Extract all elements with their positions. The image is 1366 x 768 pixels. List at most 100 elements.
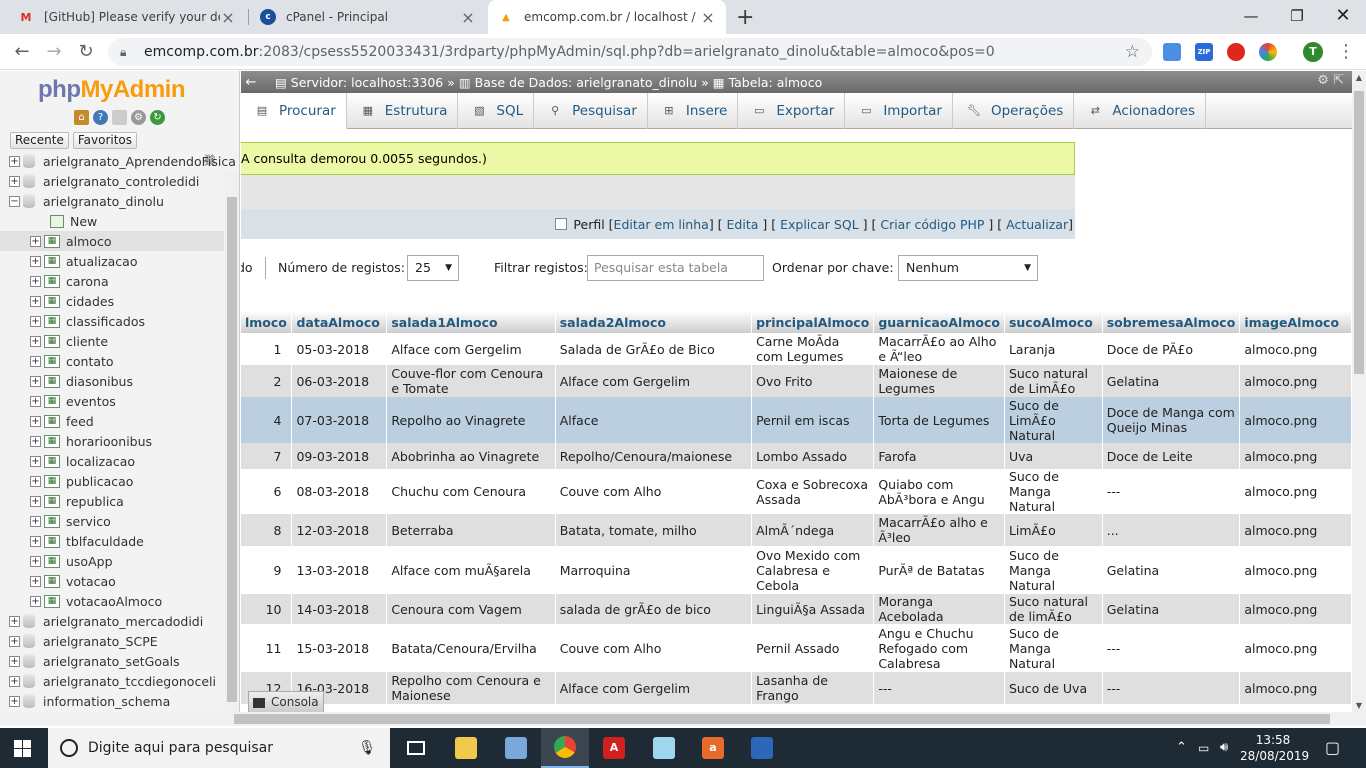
cell-dataAlmoco[interactable]: 15-03-2018 <box>291 624 388 672</box>
cell-dataAlmoco[interactable]: 08-03-2018 <box>291 469 388 514</box>
cell-sucoAlmoco[interactable]: Uva <box>1004 443 1103 469</box>
hscroll-thumb[interactable] <box>234 714 1330 724</box>
close-tab-icon[interactable]: × <box>460 8 476 27</box>
reload-nav-icon[interactable]: ↻ <box>150 110 165 125</box>
cell-principalAlmoco[interactable]: Coxa e Sobrecoxa Assada <box>751 469 875 514</box>
expand-icon[interactable]: + <box>9 695 20 707</box>
zip-extension-icon[interactable]: ZIP <box>1195 43 1213 61</box>
cell-imageAlmoco[interactable]: almoco.png <box>1239 546 1352 594</box>
tab-procurar[interactable]: ▤ Procurar <box>241 93 347 129</box>
expand-icon[interactable]: + <box>30 455 41 467</box>
cell-principalAlmoco[interactable]: Ovo Cozido com <box>751 704 875 712</box>
cell-sobremesaAlmoco[interactable]: ... <box>1102 514 1241 546</box>
cell-lmoco[interactable]: 1 <box>241 333 293 365</box>
db-node[interactable]: + arielgranato_tccdiegonoceli <box>0 671 224 691</box>
db-node-current[interactable]: − arielgranato_dinolu <box>0 191 224 211</box>
db-node[interactable]: + arielgranato_setGoals <box>0 651 224 671</box>
column-header-sobremesaAlmoco[interactable]: sobremesaAlmoco <box>1102 311 1241 333</box>
volume-icon[interactable]: 🔊︎ <box>1220 728 1228 768</box>
collapse-icon[interactable]: − <box>9 195 20 207</box>
expand-icon[interactable]: + <box>30 355 41 367</box>
cell-imageAlmoco[interactable]: almoco.png <box>1239 624 1352 672</box>
expand-icon[interactable]: + <box>30 575 41 587</box>
column-header-lmoco[interactable]: lmoco <box>241 311 293 333</box>
network-icon[interactable]: ▭ <box>1198 728 1209 768</box>
cell-principalAlmoco[interactable]: Ovo Frito <box>751 365 875 397</box>
taskbar-search[interactable]: Digite aqui para pesquisar 🎙︎ <box>48 728 390 768</box>
cell-guarnicaoAlmoco[interactable]: --- <box>873 672 1005 704</box>
cell-guarnicaoAlmoco[interactable]: MacarrÃ£o alho e Ã³leo <box>873 514 1005 546</box>
cell-guarnicaoAlmoco[interactable]: Farofa <box>873 443 1005 469</box>
docs-icon[interactable] <box>112 110 127 125</box>
expand-icon[interactable]: + <box>30 395 41 407</box>
table-row[interactable]: 7 09-03-2018 Abobrinha ao Vinagrete Repolho… <box>241 443 1352 469</box>
cell-principalAlmoco[interactable]: Pernil em iscas <box>751 397 875 443</box>
cell-imageAlmoco[interactable]: almoco.png <box>1239 672 1352 704</box>
table-row[interactable]: 10 14-03-2018 Cenoura com Vagem salada de g… <box>241 594 1352 624</box>
cell-sobremesaAlmoco[interactable]: Doce de Manga com Queijo Minas <box>1102 397 1241 443</box>
table-node-usoApp[interactable]: + ▦ usoApp <box>0 551 224 571</box>
cell-sobremesaAlmoco[interactable]: Gelatina <box>1102 546 1241 594</box>
table-row[interactable]: 1 05-03-2018 Alface com Gergelim Salada de … <box>241 333 1352 365</box>
table-node-feed[interactable]: + ▦ feed <box>0 411 224 431</box>
address-bar[interactable]: 🔒︎ emcomp.com.br:2083/cpsess5520033431/3… <box>108 38 1152 66</box>
tab-estrutura[interactable]: ▦ Estrutura <box>347 93 459 129</box>
expand-icon[interactable]: + <box>30 335 41 347</box>
cell-sobremesaAlmoco[interactable]: Doce de PÃ£o <box>1102 333 1241 365</box>
cell-sobremesaAlmoco[interactable]: Doce de Leite <box>1102 443 1241 469</box>
cell-dataAlmoco[interactable]: 09-03-2018 <box>291 443 388 469</box>
cell-sobremesaAlmoco[interactable]: --- <box>1102 672 1241 704</box>
cell-sucoAlmoco[interactable]: Suco de LimÃ£o Natural <box>1004 397 1103 443</box>
menu-icon[interactable]: ⋮ <box>1334 40 1358 64</box>
expand-icon[interactable]: + <box>30 475 41 487</box>
refresh-link[interactable]: Actualizar <box>1006 217 1068 232</box>
cell-imageAlmoco[interactable]: almoco.png <box>1239 514 1352 546</box>
expand-icon[interactable]: + <box>30 555 41 567</box>
rows-count-select[interactable]: 25 ▼ <box>407 255 459 281</box>
table-node-votacaoAlmoco[interactable]: + ▦ votacaoAlmoco <box>0 591 224 611</box>
recent-tab[interactable]: Recente <box>10 132 69 149</box>
expand-icon[interactable]: + <box>30 255 41 267</box>
cell-salada1Almoco[interactable]: Abobrinha ao Vinagrete <box>386 443 556 469</box>
tab-importar[interactable]: ▭ Importar <box>845 93 953 129</box>
table-node-diasonibus[interactable]: + ▦ diasonibus <box>0 371 224 391</box>
acrobat-icon[interactable]: A <box>590 728 638 768</box>
adblock-extension-icon[interactable] <box>1227 43 1245 61</box>
close-window-icon[interactable]: ✕ <box>1320 0 1366 32</box>
column-header-imageAlmoco[interactable]: imageAlmoco <box>1239 311 1352 333</box>
cell-salada2Almoco[interactable]: Alface com Gergelim <box>555 672 753 704</box>
table-node-classificados[interactable]: + ▦ classificados <box>0 311 224 331</box>
cell-dataAlmoco[interactable]: 14-03-2018 <box>291 594 388 624</box>
tab-pesquisar[interactable]: ⚲ Pesquisar <box>534 93 648 129</box>
bookmark-star-icon[interactable]: ☆ <box>1125 42 1140 62</box>
table-row[interactable]: 1319-03-2018Alface com MuÃ§arelaTabuleOv… <box>241 704 1352 712</box>
table-node-republica[interactable]: + ▦ republica <box>0 491 224 511</box>
console-toggle[interactable]: Consola <box>248 691 324 712</box>
cell-salada1Almoco[interactable]: Repolho ao Vinagrete <box>386 397 556 443</box>
phpmyadmin-logo[interactable]: phpMyAdmin <box>38 76 185 104</box>
table-node-carona[interactable]: + ▦ carona <box>0 271 224 291</box>
close-tab-icon[interactable]: × <box>700 8 716 27</box>
browser-tab-github[interactable]: M [GitHub] Please verify your device × <box>8 0 246 34</box>
table-node-almoco[interactable]: + ▦ almoco <box>0 231 224 251</box>
task-view-icon[interactable] <box>392 728 440 768</box>
cell-salada2Almoco[interactable]: Tabule <box>555 704 753 712</box>
expand-icon[interactable]: + <box>9 615 20 627</box>
cell-principalAlmoco[interactable]: AlmÃ´ndega <box>751 514 875 546</box>
db-node[interactable]: + arielgranato_mercadodidi <box>0 611 224 631</box>
cell-lmoco[interactable]: 8 <box>241 514 293 546</box>
cell-dataAlmoco[interactable]: 05-03-2018 <box>291 333 388 365</box>
cell-salada2Almoco[interactable]: Couve com Alho <box>555 624 753 672</box>
settings-gear-icon[interactable]: ⚙ <box>131 110 146 125</box>
table-row[interactable]: 8 12-03-2018 Beterraba Batata, tomate, milh… <box>241 514 1352 546</box>
cell-sobremesaAlmoco[interactable]: --- <box>1102 469 1241 514</box>
cell-dataAlmoco[interactable]: 06-03-2018 <box>291 365 388 397</box>
colorpicker-extension-icon[interactable] <box>1259 43 1277 61</box>
db-node[interactable]: + arielgranato_SCPE <box>0 631 224 651</box>
cell-salada2Almoco[interactable]: Marroquina <box>555 546 753 594</box>
column-header-guarnicaoAlmoco[interactable]: guarnicaoAlmoco <box>873 311 1005 333</box>
cell-guarnicaoAlmoco[interactable]: MacarrÃ£o ao Alho e Ã“leo <box>873 333 1005 365</box>
vscode-icon[interactable] <box>738 728 786 768</box>
expand-icon[interactable]: + <box>9 675 20 687</box>
expand-icon[interactable]: + <box>30 415 41 427</box>
